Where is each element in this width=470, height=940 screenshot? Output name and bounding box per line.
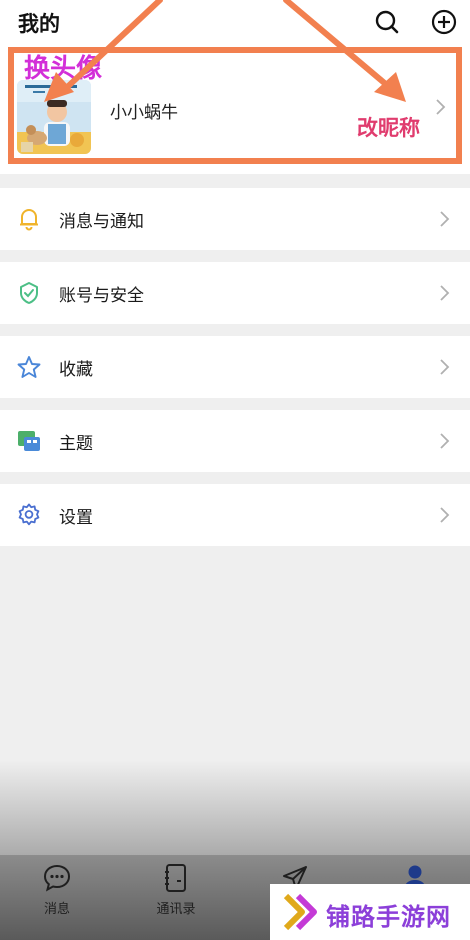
bottom-fade <box>0 760 470 860</box>
bell-icon <box>20 209 38 231</box>
chevron-right-icon <box>440 433 450 449</box>
search-icon[interactable] <box>373 8 401 36</box>
top-bar: 我的 <box>0 0 470 44</box>
menu-item-label: 主题 <box>59 434 93 454</box>
menu-item-notifications[interactable]: 消息与通知 <box>0 188 470 250</box>
menu-item-label: 设置 <box>59 508 93 528</box>
chevron-right-icon[interactable] <box>434 98 448 116</box>
theme-icon <box>18 431 40 451</box>
menu-item-label: 消息与通知 <box>59 212 144 232</box>
avatar[interactable] <box>17 80 91 154</box>
star-icon <box>17 356 41 378</box>
tab-label: 通讯录 <box>156 902 196 917</box>
contacts-icon <box>165 864 186 892</box>
gear-icon <box>18 503 40 526</box>
tab-contacts[interactable]: 通讯录 <box>121 855 231 940</box>
chevron-right-icon <box>440 507 450 523</box>
page-title: 我的 <box>18 12 60 36</box>
chevron-right-icon <box>440 211 450 227</box>
watermark-text: 铺路手游网 <box>326 903 451 931</box>
tab-messages[interactable]: 消息 <box>2 855 112 940</box>
menu-item-favorites[interactable]: 收藏 <box>0 336 470 398</box>
menu-item-label: 收藏 <box>59 360 93 380</box>
nickname[interactable]: 小小蜗牛 <box>110 98 178 123</box>
tab-label: 消息 <box>43 902 70 917</box>
watermark: 铺路手游网 <box>270 884 470 940</box>
add-icon[interactable] <box>430 8 458 36</box>
shield-icon <box>20 282 38 304</box>
menu-item-theme[interactable]: 主题 <box>0 410 470 472</box>
menu-item-settings[interactable]: 设置 <box>0 484 470 546</box>
menu-item-account-security[interactable]: 账号与安全 <box>0 262 470 324</box>
chat-bubble-icon <box>43 864 71 892</box>
menu-item-label: 账号与安全 <box>59 286 144 306</box>
watermark-logo-icon <box>283 893 317 931</box>
chevron-right-icon <box>440 285 450 301</box>
chevron-right-icon <box>440 359 450 375</box>
